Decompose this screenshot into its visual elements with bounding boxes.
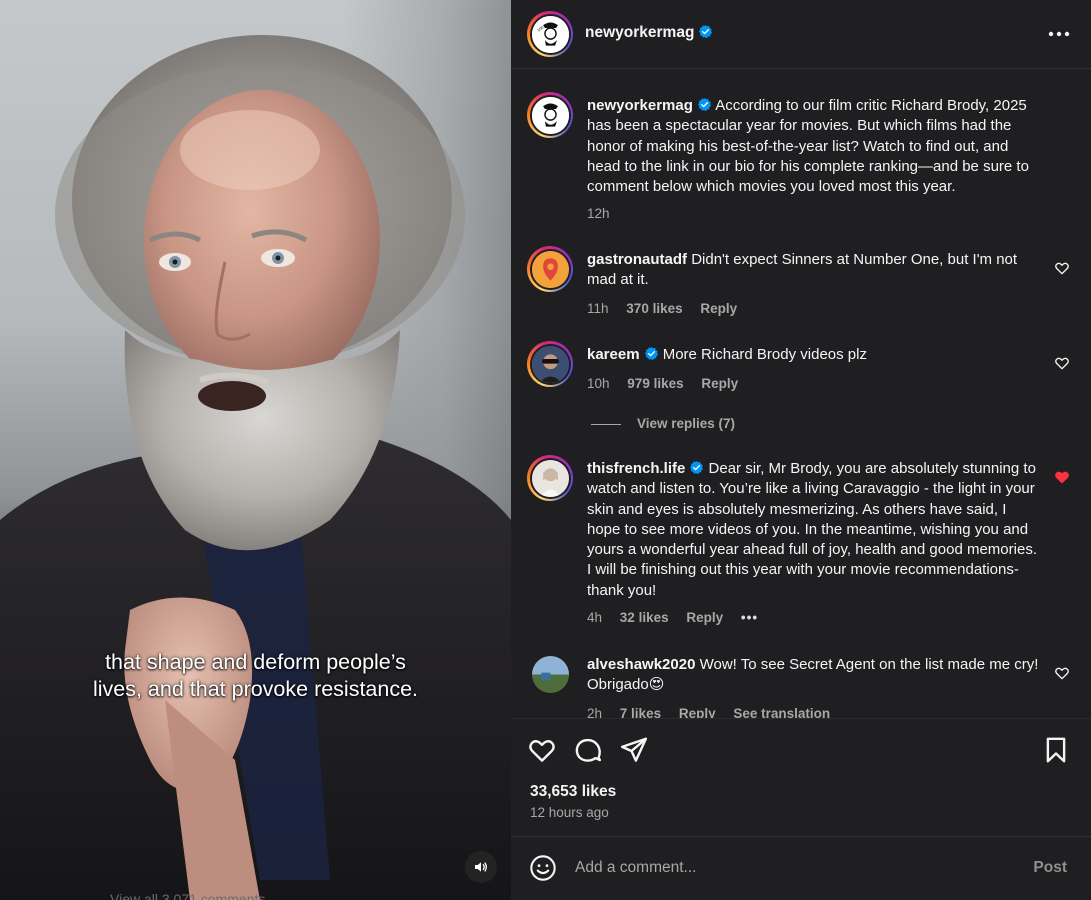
heart-outline-icon[interactable] — [1054, 355, 1070, 371]
reply-button[interactable]: Reply — [701, 376, 738, 391]
comment-text-block: thisfrench.life Dear sir, Mr Brody, you … — [587, 459, 1043, 601]
caption-line: that shape and deform people’s — [105, 650, 406, 674]
caption-time[interactable]: 12h — [587, 206, 610, 221]
comment-meta: 10h 979 likes Reply — [587, 376, 752, 391]
paper-plane-icon[interactable] — [619, 735, 649, 765]
more-horizontal-icon[interactable] — [1045, 22, 1073, 46]
caption-text-block: newyorkermag According to our film criti… — [587, 96, 1043, 197]
newyorker-logo-icon: 100 — [529, 13, 571, 55]
heart-outline-icon[interactable] — [1054, 260, 1070, 276]
comment-username[interactable]: kareem — [587, 346, 640, 363]
comment-bubble-icon[interactable] — [573, 735, 603, 765]
video-frame-illustration — [0, 35, 511, 900]
comment-text-block: gastronautadf Didn't expect Sinners at N… — [587, 250, 1043, 291]
comment-time[interactable]: 2h — [587, 706, 602, 718]
comment-username[interactable]: thisfrench.life — [587, 460, 685, 477]
avatar[interactable] — [527, 455, 573, 501]
comment-text-block: alveshawk2020 Wow! To see Secret Agent o… — [587, 655, 1043, 696]
replies-divider — [591, 423, 621, 425]
heart-filled-icon[interactable] — [1054, 469, 1070, 485]
mute-button[interactable] — [465, 851, 497, 883]
post-comment-button[interactable]: Post — [1033, 859, 1067, 877]
video-caption: that shape and deform people’s lives, an… — [0, 649, 511, 703]
caption-meta: 12h — [587, 206, 624, 221]
comment-text-block: kareem More Richard Brody videos plz — [587, 345, 1043, 365]
comment-options-button[interactable]: ••• — [741, 610, 758, 625]
post-timestamp[interactable]: 12 hours ago — [530, 805, 609, 820]
author-username[interactable]: newyorkermag — [585, 24, 694, 41]
reply-button[interactable]: Reply — [686, 610, 723, 625]
bookmark-icon[interactable] — [1041, 735, 1071, 765]
comment-likes[interactable]: 979 likes — [627, 376, 683, 391]
comment-time[interactable]: 10h — [587, 376, 610, 391]
comment-meta: 4h 32 likes Reply ••• — [587, 610, 772, 625]
comment-input[interactable] — [575, 855, 1005, 881]
heart-outline-icon[interactable] — [1054, 665, 1070, 681]
verified-badge-icon — [699, 24, 713, 39]
reply-button[interactable]: Reply — [679, 706, 716, 718]
avatar[interactable] — [527, 651, 573, 697]
view-replies-label[interactable]: View replies (7) — [637, 416, 735, 431]
caption-line: lives, and that provoke resistance. — [92, 677, 419, 701]
profile-photo-avatar-icon — [529, 343, 571, 385]
speaker-icon — [475, 862, 487, 872]
comment-likes[interactable]: 32 likes — [620, 610, 669, 625]
see-translation-link[interactable]: See translation — [733, 706, 830, 718]
post-header: 100 newyorkermag — [511, 0, 1091, 69]
comment-likes[interactable]: 370 likes — [626, 301, 682, 316]
verified-badge-icon — [697, 97, 711, 112]
comment-text: More Richard Brody videos plz — [662, 346, 867, 363]
avatar[interactable]: 100 — [527, 11, 573, 57]
smiley-icon[interactable] — [529, 854, 557, 882]
post-panel: 100 newyorkermag newyorkermag According … — [511, 0, 1091, 900]
heart-icon[interactable] — [527, 735, 557, 765]
map-pin-avatar-icon — [529, 248, 571, 290]
comment-username[interactable]: gastronautadf — [587, 251, 687, 268]
profile-photo-avatar-icon — [529, 457, 571, 499]
verified-badge-icon — [690, 460, 704, 475]
comment-time[interactable]: 4h — [587, 610, 602, 625]
newyorker-logo-icon — [529, 94, 571, 136]
comment-likes[interactable]: 7 likes — [620, 706, 661, 718]
avatar[interactable] — [527, 341, 573, 387]
comment-username[interactable]: alveshawk2020 — [587, 656, 695, 673]
comment-meta: 2h 7 likes Reply See translation — [587, 706, 844, 718]
comment-meta: 11h 370 likes Reply — [587, 301, 751, 316]
reply-button[interactable]: Reply — [700, 301, 737, 316]
comment-time[interactable]: 11h — [587, 301, 609, 316]
likes-count[interactable]: 33,653 likes — [530, 783, 616, 801]
comment-text: Dear sir, Mr Brody, you are absolutely s… — [587, 460, 1037, 599]
comment-composer: Post — [511, 836, 1091, 900]
verified-badge-icon — [644, 346, 658, 361]
post-author[interactable]: newyorkermag — [585, 24, 713, 42]
comments-list[interactable]: newyorkermag According to our film criti… — [511, 70, 1091, 718]
avatar[interactable] — [527, 246, 573, 292]
view-replies-button[interactable]: View replies (7) — [591, 416, 735, 431]
landscape-avatar-icon — [529, 653, 571, 695]
post-actions: 33,653 likes 12 hours ago — [511, 718, 1091, 836]
view-all-comments-link[interactable]: View all 3,071 comments — [110, 891, 265, 900]
avatar[interactable] — [527, 92, 573, 138]
caption-username[interactable]: newyorkermag — [587, 97, 693, 114]
reel-video[interactable]: that shape and deform people’s lives, an… — [0, 0, 511, 900]
